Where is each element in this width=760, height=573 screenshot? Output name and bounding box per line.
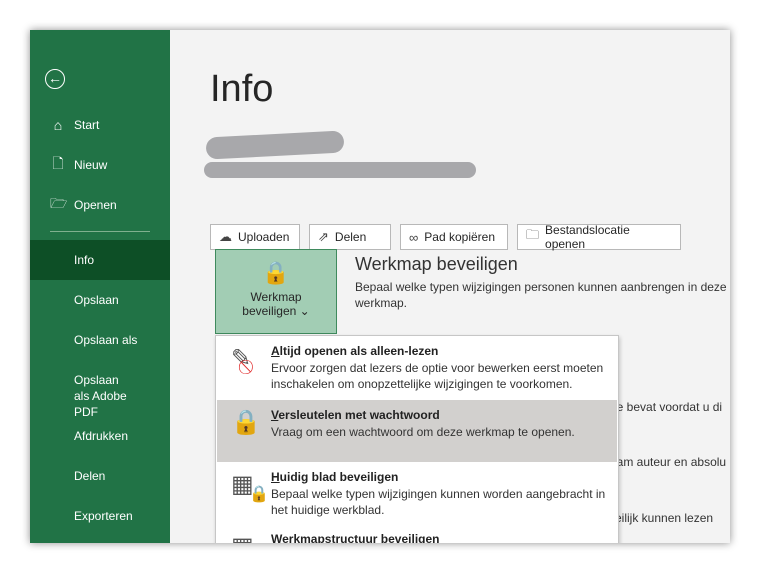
cloud-upload-icon: ☁ [219, 229, 232, 244]
arrow-left-circle-icon: ← [48, 70, 62, 86]
sidebar-item-exporteren[interactable]: Exporteren [30, 508, 170, 524]
menu-item-encrypt-password[interactable]: 🔒 Versleutelen met wachtwoord Vraag om e… [217, 400, 617, 462]
open-file-location-button[interactable]: 🗀 Bestandslocatie openen [517, 223, 681, 251]
protect-workbook-button[interactable]: 🔒 Werkmap beveiligen ⌄ [215, 249, 337, 334]
background-text: aam auteur en absolu [610, 455, 727, 469]
section-description: Bepaal welke typen wijzigingen personen … [355, 280, 727, 310]
chevron-down-icon: ⌄ [299, 304, 310, 318]
new-document-icon: 🗋 [52, 155, 64, 171]
protect-workbook-menu: ✎⃠ Altijd openen als alleen-lezen Ervoor… [215, 335, 619, 543]
page-title: Info [210, 68, 274, 110]
background-text: eilijk kunnen lezen [615, 511, 714, 525]
lock-key-icon: 🔒 [262, 260, 290, 285]
menu-item-protect-sheet[interactable]: ▦ 🔒 Huidig blad beveiligen Bepaal welke t… [217, 462, 617, 524]
redacted-path [204, 162, 476, 178]
sidebar-item-info[interactable]: Info [30, 240, 170, 280]
share-button[interactable]: ⇗ Delen [309, 224, 391, 250]
back-button[interactable]: ← [45, 69, 65, 89]
redacted-filename [205, 130, 345, 160]
sheet-lock-icon: ▦ 🔒 [231, 471, 269, 503]
home-icon: ⌂ [53, 117, 63, 133]
copy-path-button[interactable]: ∞ Pad kopiëren [400, 224, 508, 250]
folder-icon: 🗀 [526, 227, 540, 242]
upload-button[interactable]: ☁ Uploaden [210, 224, 300, 250]
sidebar-item-afdrukken[interactable]: Afdrukken [30, 428, 170, 444]
pencil-no-edit-icon: ✎⃠ [231, 345, 252, 372]
sidebar-item-opslaan-als-pdf[interactable]: Opslaan als Adobe PDF [30, 372, 130, 420]
sidebar: ← ⌂ Start 🗋 Nieuw 🗁 Openen Info Opslaan Ops… [30, 30, 170, 543]
link-icon: ∞ [409, 229, 419, 245]
section-heading: Werkmap beveiligen [355, 254, 518, 274]
workbook-structure-icon: ▦ [231, 532, 265, 543]
sidebar-item-opslaan-als[interactable]: Opslaan als [30, 332, 170, 348]
share-icon: ⇗ [318, 229, 329, 244]
folder-open-icon: 🗁 [50, 195, 68, 211]
sidebar-item-start[interactable]: ⌂ Start [30, 116, 170, 134]
sidebar-item-opslaan[interactable]: Opslaan [30, 292, 170, 308]
sidebar-item-delen[interactable]: Delen [30, 468, 170, 484]
sidebar-divider [50, 231, 150, 232]
sidebar-item-nieuw[interactable]: 🗋 Nieuw [30, 155, 170, 174]
sidebar-item-openen[interactable]: 🗁 Openen [30, 195, 170, 214]
background-text: de bevat voordat u di [610, 400, 723, 414]
menu-item-protect-structure[interactable]: ▦ Werkmapstructuur beveiligen [217, 524, 617, 543]
excel-backstage-window: ← ⌂ Start 🗋 Nieuw 🗁 Openen Info Opslaan Ops… [30, 30, 730, 543]
lock-key-icon: 🔒 [231, 409, 261, 436]
menu-item-read-only[interactable]: ✎⃠ Altijd openen als alleen-lezen Ervoor… [217, 336, 617, 398]
